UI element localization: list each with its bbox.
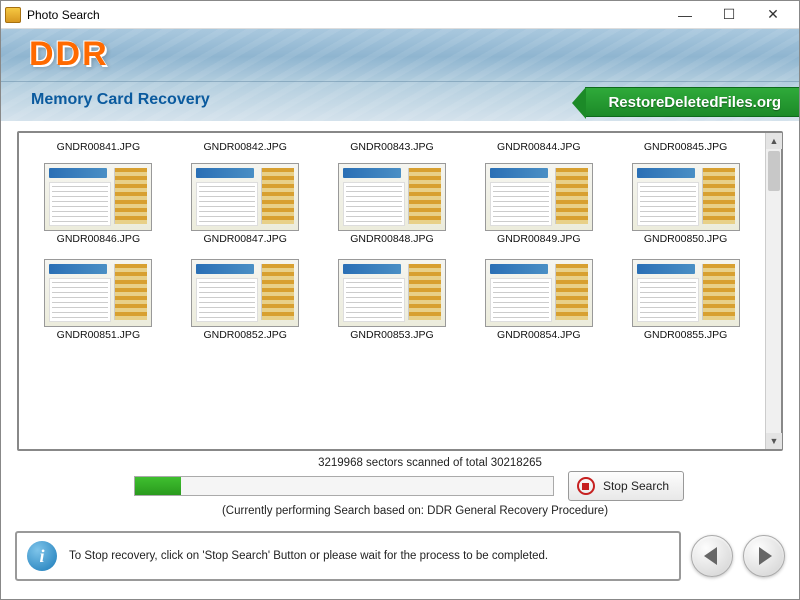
thumbnail[interactable]: [44, 163, 152, 231]
thumbnail[interactable]: [632, 259, 740, 327]
info-text: To Stop recovery, click on 'Stop Search'…: [69, 550, 548, 562]
file-name[interactable]: GNDR00855.JPG: [621, 329, 751, 341]
thumbnail[interactable]: [338, 259, 446, 327]
file-name[interactable]: GNDR00848.JPG: [327, 233, 457, 245]
file-name[interactable]: GNDR00850.JPG: [621, 233, 751, 245]
file-name[interactable]: GNDR00851.JPG: [33, 329, 163, 341]
thumbnail[interactable]: [191, 259, 299, 327]
thumbnail[interactable]: [44, 259, 152, 327]
file-name[interactable]: GNDR00852.JPG: [180, 329, 310, 341]
bottom-bar: i To Stop recovery, click on 'Stop Searc…: [1, 531, 799, 589]
vertical-scrollbar[interactable]: ▲ ▼: [765, 133, 781, 449]
info-icon: i: [27, 541, 57, 571]
scroll-down-icon[interactable]: ▼: [766, 433, 782, 449]
file-name[interactable]: GNDR00849.JPG: [474, 233, 604, 245]
scroll-up-icon[interactable]: ▲: [766, 133, 782, 149]
website-ribbon[interactable]: RestoreDeletedFiles.org: [585, 87, 799, 117]
stop-search-button[interactable]: Stop Search: [568, 471, 684, 501]
thumbnail[interactable]: [632, 163, 740, 231]
thumbnail[interactable]: [191, 163, 299, 231]
progress-row: Stop Search: [17, 471, 783, 501]
info-box: i To Stop recovery, click on 'Stop Searc…: [15, 531, 681, 581]
window-controls: — ☐ ✕: [663, 1, 795, 29]
file-name[interactable]: GNDR00846.JPG: [33, 233, 163, 245]
chevron-left-icon: [704, 547, 717, 565]
prev-button[interactable]: [691, 535, 733, 577]
file-name[interactable]: GNDR00845.JPG: [621, 141, 751, 153]
thumbnail[interactable]: [338, 163, 446, 231]
logo: DDR: [29, 35, 109, 74]
close-button[interactable]: ✕: [751, 1, 795, 29]
file-name[interactable]: GNDR00843.JPG: [327, 141, 457, 153]
thumbnail-grid: GNDR00841.JPG GNDR00842.JPG GNDR00843.JP…: [19, 133, 765, 449]
row-1-labels: GNDR00841.JPG GNDR00842.JPG GNDR00843.JP…: [25, 141, 759, 153]
file-name[interactable]: GNDR00847.JPG: [180, 233, 310, 245]
progress-bar: [134, 476, 554, 496]
file-name[interactable]: GNDR00853.JPG: [327, 329, 457, 341]
file-name[interactable]: GNDR00854.JPG: [474, 329, 604, 341]
scroll-thumb[interactable]: [768, 151, 780, 191]
progress-fill: [135, 477, 181, 495]
file-name[interactable]: GNDR00844.JPG: [474, 141, 604, 153]
titlebar: Photo Search — ☐ ✕: [1, 1, 799, 29]
maximize-button[interactable]: ☐: [707, 1, 751, 29]
progress-area: 3219968 sectors scanned of total 3021826…: [17, 457, 783, 525]
scan-status-text: 3219968 sectors scanned of total 3021826…: [17, 457, 783, 469]
window-title: Photo Search: [27, 8, 100, 22]
thumbnail[interactable]: [485, 163, 593, 231]
thumbnail[interactable]: [485, 259, 593, 327]
app-icon: [5, 7, 21, 23]
minimize-button[interactable]: —: [663, 1, 707, 29]
main-area: GNDR00841.JPG GNDR00842.JPG GNDR00843.JP…: [1, 121, 799, 531]
search-basis-text: (Currently performing Search based on: D…: [17, 505, 783, 517]
thumbnail-panel: GNDR00841.JPG GNDR00842.JPG GNDR00843.JP…: [17, 131, 783, 451]
row-2-thumbs: GNDR00846.JPG GNDR00847.JPG GNDR00848.JP…: [25, 159, 759, 245]
row-3-thumbs: GNDR00851.JPG GNDR00852.JPG GNDR00853.JP…: [25, 255, 759, 341]
stop-label: Stop Search: [603, 479, 669, 493]
file-name[interactable]: GNDR00841.JPG: [33, 141, 163, 153]
app-subtitle: Memory Card Recovery: [31, 91, 210, 109]
file-name[interactable]: GNDR00842.JPG: [180, 141, 310, 153]
chevron-right-icon: [759, 547, 772, 565]
stop-icon: [577, 477, 595, 495]
website-label: RestoreDeletedFiles.org: [608, 94, 781, 111]
header-banner: DDR Memory Card Recovery RestoreDeletedF…: [1, 29, 799, 121]
next-button[interactable]: [743, 535, 785, 577]
